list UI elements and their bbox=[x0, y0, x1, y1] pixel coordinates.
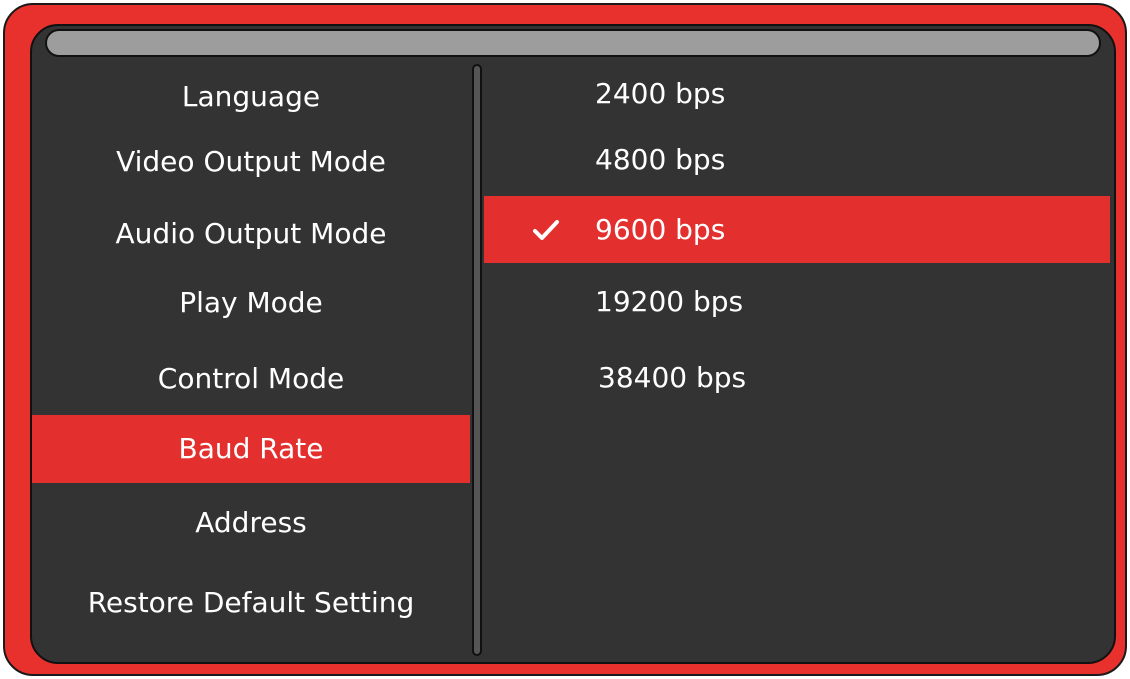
menu-item-audio-output-mode[interactable]: Audio Output Mode bbox=[32, 200, 470, 268]
menu-item-address[interactable]: Address bbox=[32, 488, 470, 558]
check-icon bbox=[533, 219, 559, 240]
menu-item-label: Play Mode bbox=[179, 286, 323, 319]
menu-item-label: Language bbox=[181, 80, 321, 113]
option-2400-bps[interactable]: 2400 bps bbox=[484, 64, 1110, 124]
menu-item-label: Restore Default Setting bbox=[87, 586, 415, 619]
option-label: 19200 bps bbox=[595, 285, 744, 318]
menu-item-label: Baud Rate bbox=[178, 432, 324, 465]
menu-item-label: Video Output Mode bbox=[116, 145, 386, 178]
option-label: 38400 bps bbox=[598, 361, 747, 394]
menu-item-label: Control Mode bbox=[157, 362, 345, 395]
menu-item-video-output-mode[interactable]: Video Output Mode bbox=[32, 130, 470, 194]
option-label: 9600 bps bbox=[595, 212, 726, 246]
panel-divider bbox=[472, 64, 482, 656]
menu-item-label: Address bbox=[195, 506, 307, 539]
menu-item-control-mode[interactable]: Control Mode bbox=[32, 345, 470, 413]
menu-item-restore-default-setting[interactable]: Restore Default Setting bbox=[32, 568, 470, 638]
menu-item-label: Audio Output Mode bbox=[115, 217, 387, 250]
menu-item-play-mode[interactable]: Play Mode bbox=[32, 270, 470, 336]
option-9600-bps[interactable]: 9600 bps bbox=[484, 196, 1110, 263]
menu-item-baud-rate[interactable]: Baud Rate bbox=[32, 415, 470, 483]
option-label: 2400 bps bbox=[595, 77, 726, 110]
title-bar bbox=[45, 29, 1101, 57]
option-38400-bps[interactable]: 38400 bps bbox=[484, 345, 1110, 411]
option-19200-bps[interactable]: 19200 bps bbox=[484, 270, 1110, 334]
menu-item-language[interactable]: Language bbox=[32, 64, 470, 130]
option-4800-bps[interactable]: 4800 bps bbox=[484, 130, 1110, 190]
option-label: 4800 bps bbox=[595, 143, 726, 176]
